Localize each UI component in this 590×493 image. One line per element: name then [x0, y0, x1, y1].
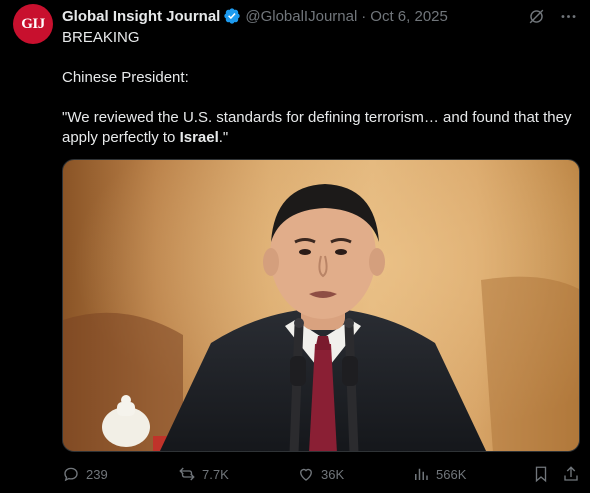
post-date[interactable]: Oct 6, 2025 — [370, 8, 448, 25]
display-name[interactable]: Global Insight Journal — [62, 8, 220, 25]
views-count: 566K — [436, 466, 467, 482]
bookmark-button[interactable] — [532, 465, 550, 483]
post-actions: 239 7.7K 36K 566K — [62, 463, 580, 485]
views-icon — [415, 468, 428, 480]
post-header: Global Insight Journal @GlobalIJournal ·… — [62, 7, 448, 25]
repost-button[interactable]: 7.7K — [178, 465, 229, 483]
avatar[interactable]: GIJ — [13, 4, 53, 44]
heart-icon — [300, 468, 312, 481]
reply-icon — [64, 467, 78, 482]
reply-count: 239 — [86, 466, 108, 482]
grok-icon[interactable] — [526, 6, 546, 26]
separator-dot: · — [361, 7, 367, 25]
quote-bold-word: Israel — [179, 129, 219, 146]
photo-illustration — [63, 160, 579, 451]
like-button[interactable]: 36K — [297, 465, 344, 483]
share-icon — [564, 466, 578, 481]
quote-text-part1: "We reviewed the U.S. standards for defi… — [62, 109, 572, 146]
post-top-icons — [526, 6, 578, 26]
quote-text-part2: ." — [218, 129, 229, 146]
verified-badge-icon — [223, 7, 241, 25]
handle[interactable]: @GlobalIJournal — [245, 8, 357, 25]
reply-button[interactable]: 239 — [62, 465, 108, 483]
post-text-speaker: Chinese President: — [62, 69, 189, 86]
more-options-icon[interactable] — [558, 6, 578, 26]
post-text-breaking: BREAKING — [62, 29, 140, 46]
post-media-image[interactable] — [62, 159, 580, 452]
post-text-quote: "We reviewed the U.S. standards for defi… — [62, 108, 577, 148]
repost-count: 7.7K — [202, 466, 229, 482]
views-button[interactable]: 566K — [412, 465, 466, 483]
repost-icon — [179, 467, 195, 481]
bookmark-icon — [535, 466, 547, 483]
share-button[interactable] — [562, 465, 580, 483]
like-count: 36K — [321, 466, 345, 482]
